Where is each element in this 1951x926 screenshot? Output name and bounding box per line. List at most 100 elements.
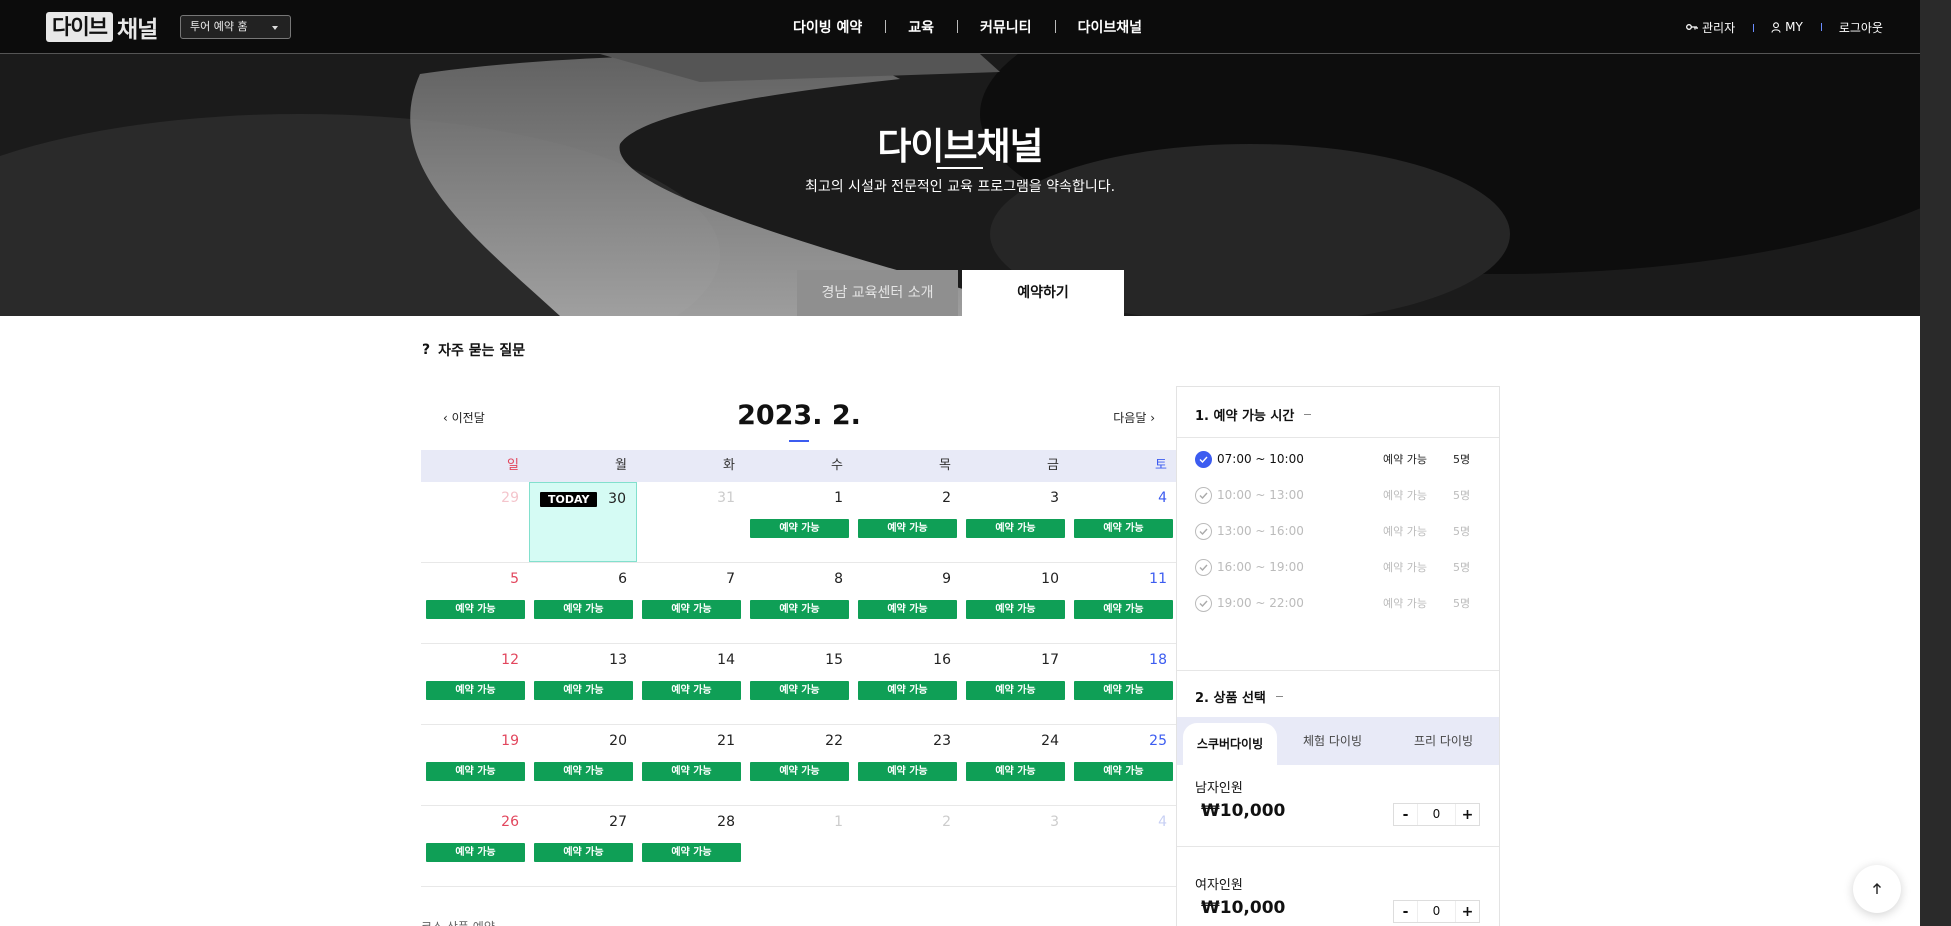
calendar-day: 1 xyxy=(745,806,853,886)
next-month-button[interactable]: 다음달 › xyxy=(1113,409,1155,426)
nav-divechannel[interactable]: 다이브채널 xyxy=(1054,17,1165,37)
available-badge[interactable]: 예약 가능 xyxy=(966,681,1065,700)
available-badge[interactable]: 예약 가능 xyxy=(750,600,849,619)
day-number: 12 xyxy=(501,652,519,668)
calendar-day-today[interactable]: TODAY 30 xyxy=(529,482,637,562)
calendar-day[interactable]: 15 예약 가능 xyxy=(745,644,853,724)
calendar-day[interactable]: 27 예약 가능 xyxy=(529,806,637,886)
calendar-day[interactable]: 26 예약 가능 xyxy=(421,806,529,886)
time-slot[interactable]: 19:00 ~ 22:00 예약 가능 5명 xyxy=(1195,593,1485,613)
available-badge[interactable]: 예약 가능 xyxy=(642,843,741,862)
tab-free-diving[interactable]: 프리 다이빙 xyxy=(1388,717,1499,765)
available-badge[interactable]: 예약 가능 xyxy=(966,519,1065,538)
calendar-day[interactable]: 1 예약 가능 xyxy=(745,482,853,562)
tab-booking[interactable]: 예약하기 xyxy=(962,270,1124,316)
calendar-day[interactable]: 4 예약 가능 xyxy=(1069,482,1177,562)
available-badge[interactable]: 예약 가능 xyxy=(858,762,957,781)
calendar-day[interactable]: 21 예약 가능 xyxy=(637,725,745,805)
available-badge[interactable]: 예약 가능 xyxy=(858,681,957,700)
calendar-day[interactable]: 20 예약 가능 xyxy=(529,725,637,805)
calendar-day[interactable]: 2 예약 가능 xyxy=(853,482,961,562)
available-badge[interactable]: 예약 가능 xyxy=(966,762,1065,781)
increase-button[interactable]: + xyxy=(1456,904,1479,920)
calendar-day[interactable]: 18 예약 가능 xyxy=(1069,644,1177,724)
calendar-day[interactable]: 24 예약 가능 xyxy=(961,725,1069,805)
check-icon xyxy=(1195,450,1212,468)
available-badge[interactable]: 예약 가능 xyxy=(966,600,1065,619)
available-badge[interactable]: 예약 가능 xyxy=(642,600,741,619)
day-number: 31 xyxy=(717,490,735,506)
logo[interactable]: 다이브 채널 xyxy=(46,12,158,43)
calendar-day[interactable]: 7 예약 가능 xyxy=(637,563,745,643)
calendar-header: ‹ 이전달 2023. 2. 다음달 › xyxy=(421,386,1177,450)
time-slot[interactable]: 07:00 ~ 10:00 예약 가능 5명 xyxy=(1195,449,1485,469)
available-badge[interactable]: 예약 가능 xyxy=(534,762,633,781)
calendar-day[interactable]: 28 예약 가능 xyxy=(637,806,745,886)
weekday-thu: 목 xyxy=(939,458,951,473)
available-badge[interactable]: 예약 가능 xyxy=(750,519,849,538)
calendar-day[interactable]: 14 예약 가능 xyxy=(637,644,745,724)
my-link[interactable]: MY xyxy=(1753,20,1821,34)
product-section-title[interactable]: 2. 상품 선택 xyxy=(1195,687,1283,706)
weekday-sun: 일 xyxy=(507,458,519,473)
available-badge[interactable]: 예약 가능 xyxy=(1074,519,1173,538)
calendar-day[interactable]: 8 예약 가능 xyxy=(745,563,853,643)
available-badge[interactable]: 예약 가능 xyxy=(858,519,957,538)
time-slot[interactable]: 16:00 ~ 19:00 예약 가능 5명 xyxy=(1195,557,1485,577)
available-badge[interactable]: 예약 가능 xyxy=(750,762,849,781)
available-badge[interactable]: 예약 가능 xyxy=(1074,762,1173,781)
calendar-day[interactable]: 16 예약 가능 xyxy=(853,644,961,724)
available-badge[interactable]: 예약 가능 xyxy=(534,681,633,700)
nav-community[interactable]: 커뮤니티 xyxy=(957,17,1055,37)
available-badge[interactable]: 예약 가능 xyxy=(426,600,525,619)
calendar-day[interactable]: 17 예약 가능 xyxy=(961,644,1069,724)
scroll-top-button[interactable] xyxy=(1853,865,1901,913)
available-badge[interactable]: 예약 가능 xyxy=(426,762,525,781)
calendar-day[interactable]: 5 예약 가능 xyxy=(421,563,529,643)
available-badge[interactable]: 예약 가능 xyxy=(426,843,525,862)
available-badge[interactable]: 예약 가능 xyxy=(426,681,525,700)
time-slot[interactable]: 13:00 ~ 16:00 예약 가능 5명 xyxy=(1195,521,1485,541)
faq-link[interactable]: ? 자주 묻는 질문 xyxy=(422,340,525,360)
day-number: 3 xyxy=(1050,490,1059,506)
calendar-day[interactable]: 11 예약 가능 xyxy=(1069,563,1177,643)
calendar-day[interactable]: 13 예약 가능 xyxy=(529,644,637,724)
tab-trial-diving[interactable]: 체험 다이빙 xyxy=(1277,717,1388,765)
tab-scuba[interactable]: 스쿠버다이빙 xyxy=(1183,723,1277,765)
available-badge[interactable]: 예약 가능 xyxy=(642,681,741,700)
time-section-label: 1. 예약 가능 시간 xyxy=(1195,409,1295,424)
calendar-day[interactable]: 10 예약 가능 xyxy=(961,563,1069,643)
nav-education[interactable]: 교육 xyxy=(885,17,957,37)
calendar-day[interactable]: 19 예약 가능 xyxy=(421,725,529,805)
tour-home-select[interactable]: 투어 예약 홈 xyxy=(180,15,291,39)
available-badge[interactable]: 예약 가능 xyxy=(534,600,633,619)
tab-center-intro[interactable]: 경남 교육센터 소개 xyxy=(797,270,958,316)
available-badge[interactable]: 예약 가능 xyxy=(1074,681,1173,700)
calendar-day[interactable]: 22 예약 가능 xyxy=(745,725,853,805)
slot-time: 07:00 ~ 10:00 xyxy=(1217,452,1304,466)
nav-dive-booking[interactable]: 다이빙 예약 xyxy=(770,17,885,37)
quantity-value[interactable]: 0 xyxy=(1417,901,1456,922)
increase-button[interactable]: + xyxy=(1456,807,1479,823)
day-number: 30 xyxy=(608,491,626,507)
calendar-day[interactable]: 9 예약 가능 xyxy=(853,563,961,643)
decrease-button[interactable]: - xyxy=(1394,807,1417,823)
calendar-day[interactable]: 6 예약 가능 xyxy=(529,563,637,643)
quantity-value[interactable]: 0 xyxy=(1417,804,1456,825)
available-badge[interactable]: 예약 가능 xyxy=(858,600,957,619)
calendar-day[interactable]: 12 예약 가능 xyxy=(421,644,529,724)
available-badge[interactable]: 예약 가능 xyxy=(642,762,741,781)
calendar-day[interactable]: 23 예약 가능 xyxy=(853,725,961,805)
calendar-day[interactable]: 25 예약 가능 xyxy=(1069,725,1177,805)
logout-link[interactable]: 로그아웃 xyxy=(1820,19,1901,36)
day-number: 28 xyxy=(717,814,735,830)
admin-link[interactable]: 관리자 xyxy=(1668,19,1753,36)
calendar-day[interactable]: 3 예약 가능 xyxy=(961,482,1069,562)
decrease-button[interactable]: - xyxy=(1394,904,1417,920)
available-badge[interactable]: 예약 가능 xyxy=(534,843,633,862)
divider xyxy=(1177,437,1499,438)
time-section-title[interactable]: 1. 예약 가능 시간 xyxy=(1195,405,1312,424)
available-badge[interactable]: 예약 가능 xyxy=(750,681,849,700)
available-badge[interactable]: 예약 가능 xyxy=(1074,600,1173,619)
time-slot[interactable]: 10:00 ~ 13:00 예약 가능 5명 xyxy=(1195,485,1485,505)
